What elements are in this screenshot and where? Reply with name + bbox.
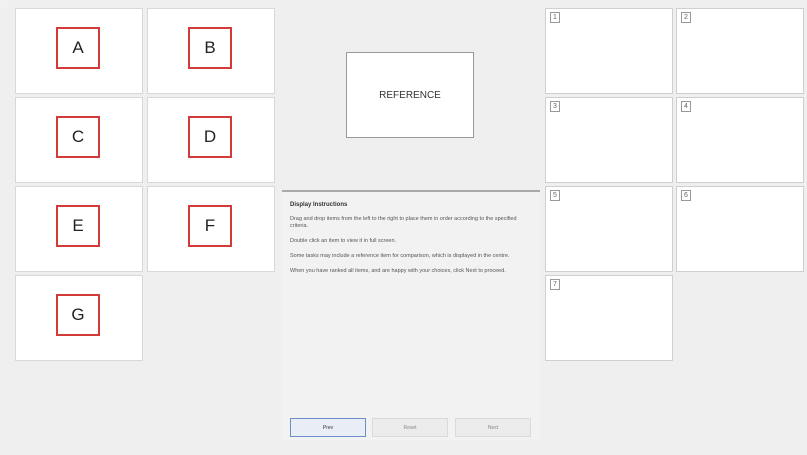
item-card-d[interactable]: D — [147, 97, 275, 183]
rank-slot-2[interactable]: 2 — [676, 8, 804, 94]
item-label: C — [56, 116, 100, 158]
rank-number: 3 — [550, 101, 560, 112]
instructions-paragraph: Some tasks may include a reference item … — [290, 253, 510, 259]
rank-slot-6[interactable]: 6 — [676, 186, 804, 272]
item-card-b[interactable]: B — [147, 8, 275, 94]
instructions-panel: Display Instructions Drag and drop items… — [282, 190, 540, 440]
next-button[interactable]: Next — [455, 418, 531, 437]
rank-slot-3[interactable]: 3 — [545, 97, 673, 183]
item-label: D — [188, 116, 232, 158]
rank-number: 4 — [681, 101, 691, 112]
item-card-f[interactable]: F — [147, 186, 275, 272]
rank-number: 1 — [550, 12, 560, 23]
instructions-title: Display Instructions — [290, 202, 348, 208]
item-card-c[interactable]: C — [15, 97, 143, 183]
item-label: F — [188, 205, 232, 247]
rank-slot-5[interactable]: 5 — [545, 186, 673, 272]
item-label: E — [56, 205, 100, 247]
item-label: A — [56, 27, 100, 69]
item-label: G — [56, 294, 100, 336]
item-card-g[interactable]: G — [15, 275, 143, 361]
rank-number: 2 — [681, 12, 691, 23]
instructions-paragraph: Double click an item to view it in full … — [290, 238, 397, 244]
item-label: B — [188, 27, 232, 69]
instructions-paragraph: Drag and drop items from the left to the… — [290, 216, 517, 229]
rank-number: 5 — [550, 190, 560, 201]
item-card-e[interactable]: E — [15, 186, 143, 272]
rank-slot-7[interactable]: 7 — [545, 275, 673, 361]
reset-button[interactable]: Reset — [372, 418, 448, 437]
reference-label: REFERENCE — [379, 89, 441, 101]
prev-button[interactable]: Prev — [290, 418, 366, 437]
item-card-a[interactable]: A — [15, 8, 143, 94]
rank-number: 6 — [681, 190, 691, 201]
instructions-paragraph: When you have ranked all items, and are … — [290, 268, 506, 274]
reference-card[interactable]: REFERENCE — [346, 52, 474, 138]
rank-number: 7 — [550, 279, 560, 290]
rank-slot-4[interactable]: 4 — [676, 97, 804, 183]
rank-slot-1[interactable]: 1 — [545, 8, 673, 94]
